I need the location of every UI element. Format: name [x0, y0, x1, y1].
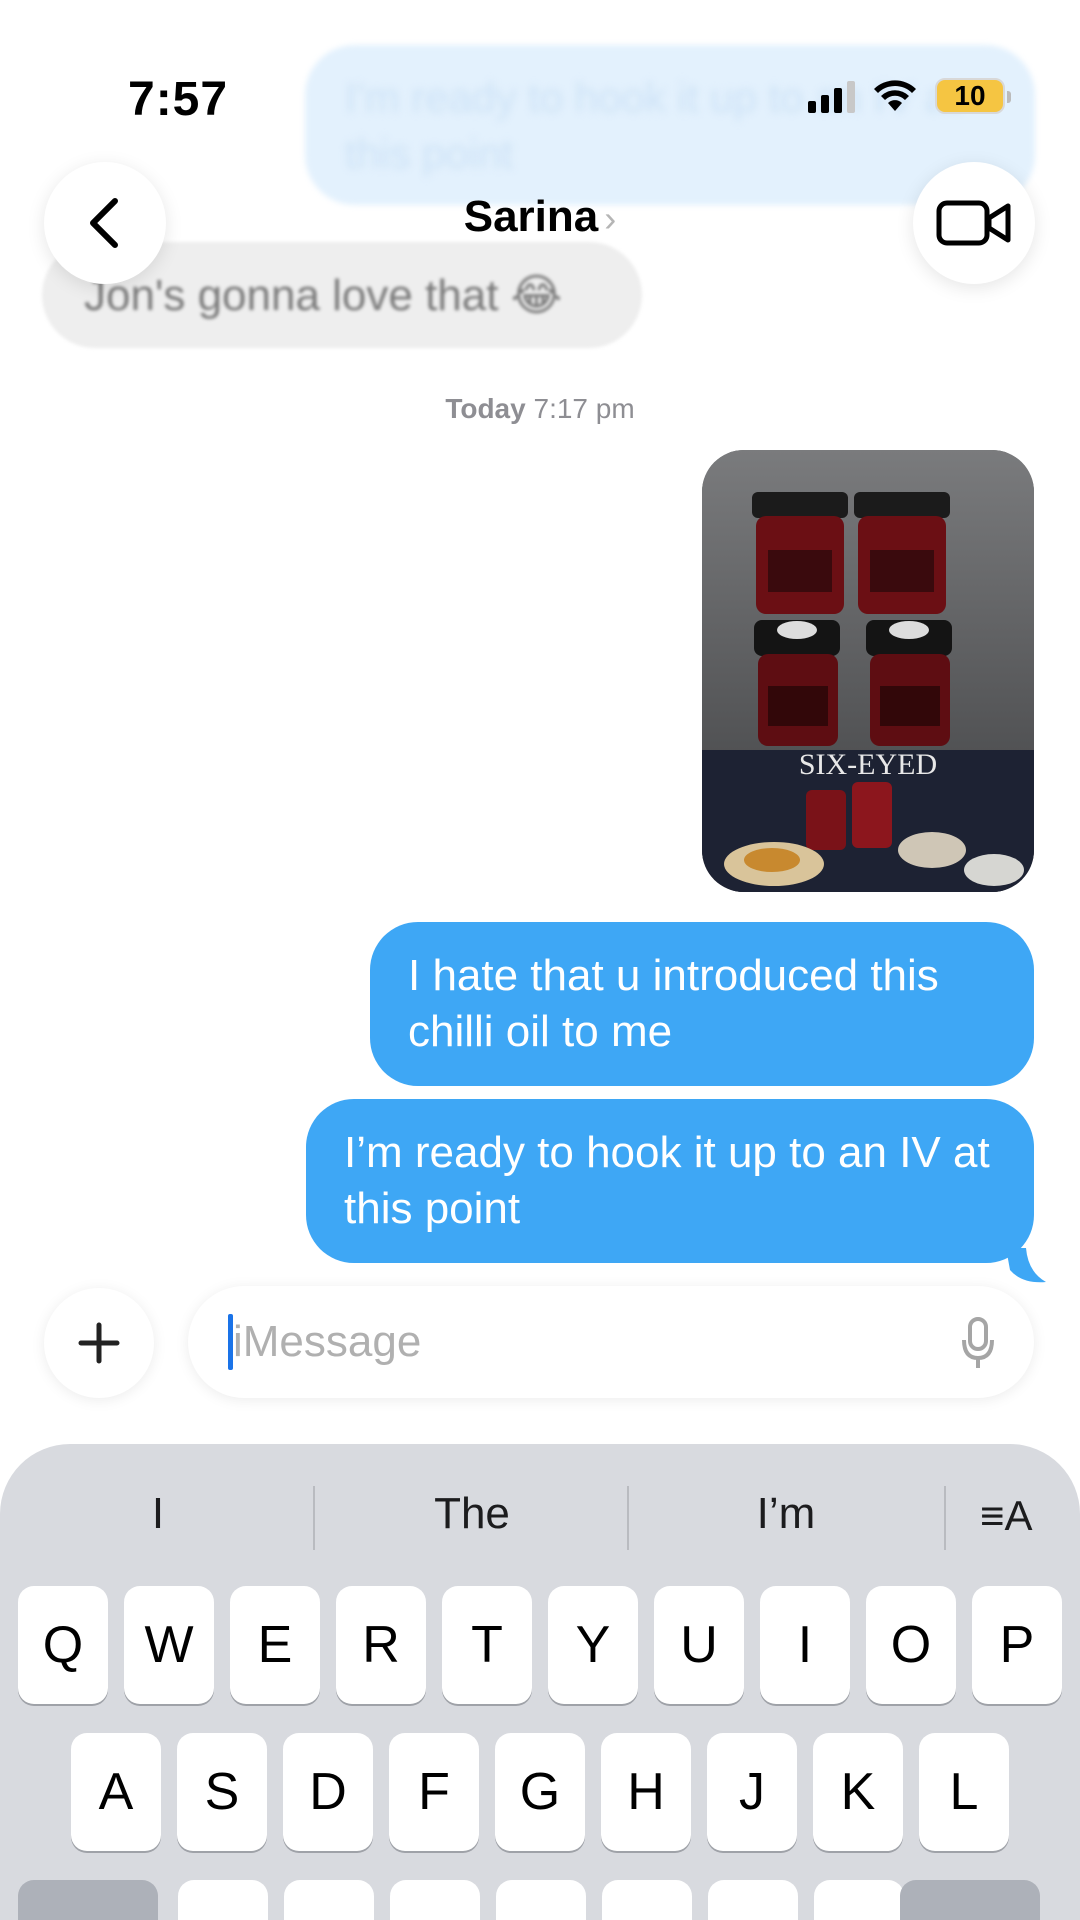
timestamp-day: Today: [445, 393, 526, 424]
wifi-icon: [874, 80, 916, 111]
key-j[interactable]: J: [707, 1733, 797, 1851]
message-timestamp: Today 7:17 pm: [0, 393, 1080, 425]
bubble-tail: [1006, 1248, 1046, 1283]
key-p[interactable]: P: [972, 1586, 1062, 1704]
prediction-divider: [627, 1486, 629, 1550]
blurred-received-text: Jon's gonna love that 😂: [84, 271, 563, 320]
prediction-3[interactable]: I’m: [636, 1474, 936, 1554]
header-area: I'm ready to hook it up to an IV at this…: [0, 0, 1080, 360]
key-a[interactable]: A: [71, 1733, 161, 1851]
apps-plus-button[interactable]: [44, 1288, 154, 1398]
key-d[interactable]: D: [283, 1733, 373, 1851]
key-h[interactable]: H: [601, 1733, 691, 1851]
photo-book-title: SIX-EYED: [799, 748, 937, 781]
key-f[interactable]: F: [389, 1733, 479, 1851]
key-w[interactable]: W: [124, 1586, 214, 1704]
status-icons: 10: [808, 78, 1011, 114]
key-e[interactable]: E: [230, 1586, 320, 1704]
status-time: 7:57: [128, 73, 229, 126]
prediction-divider: [313, 1486, 315, 1550]
key-o[interactable]: O: [866, 1586, 956, 1704]
key-k[interactable]: K: [813, 1733, 903, 1851]
key-g[interactable]: G: [495, 1733, 585, 1851]
message-input[interactable]: iMessage: [188, 1286, 1034, 1398]
keyboard-bottom-row-key[interactable]: [900, 1880, 1040, 1920]
key-i[interactable]: I: [760, 1586, 850, 1704]
prediction-1[interactable]: I: [8, 1474, 308, 1554]
chilli-oil-jars-photo: SIX-EYED: [702, 450, 1034, 892]
microphone-icon[interactable]: [960, 1316, 996, 1370]
timestamp-time: 7:17 pm: [533, 393, 635, 424]
plus-icon: [78, 1322, 120, 1364]
key-q[interactable]: Q: [18, 1586, 108, 1704]
cellular-signal-icon: [808, 79, 855, 113]
video-camera-icon: [936, 200, 1011, 246]
keyboard-bottom-row-key[interactable]: [18, 1880, 158, 1920]
predictive-text-bar: I The I’m ≡A: [0, 1474, 1080, 1554]
contact-name[interactable]: Sarina: [464, 192, 599, 241]
keyboard-bottom-row-key[interactable]: [708, 1880, 798, 1920]
key-s[interactable]: S: [177, 1733, 267, 1851]
keyboard-bottom-row-key[interactable]: [390, 1880, 480, 1920]
keyboard-bottom-row-key[interactable]: [178, 1880, 268, 1920]
sent-message-2[interactable]: I’m ready to hook it up to an IV at this…: [306, 1099, 1034, 1263]
keyboard-bottom-row-key[interactable]: [814, 1880, 904, 1920]
key-u[interactable]: U: [654, 1586, 744, 1704]
battery-icon: 10: [935, 78, 1011, 114]
keyboard-bottom-row-key[interactable]: [602, 1880, 692, 1920]
contact-chevron-icon: ›: [604, 198, 617, 239]
prediction-2[interactable]: The: [322, 1474, 622, 1554]
facetime-video-button[interactable]: [913, 162, 1035, 284]
photo-message[interactable]: SIX-EYED: [702, 450, 1034, 892]
key-l[interactable]: L: [919, 1733, 1009, 1851]
message-input-placeholder: iMessage: [233, 1317, 422, 1366]
key-t[interactable]: T: [442, 1586, 532, 1704]
prediction-divider: [944, 1486, 946, 1550]
keyboard-bottom-row-key[interactable]: [496, 1880, 586, 1920]
key-r[interactable]: R: [336, 1586, 426, 1704]
text-format-button[interactable]: ≡A: [980, 1492, 1033, 1540]
sent-message-1[interactable]: I hate that u introduced this chilli oil…: [370, 922, 1034, 1086]
key-y[interactable]: Y: [548, 1586, 638, 1704]
keyboard-bottom-row-key[interactable]: [284, 1880, 374, 1920]
